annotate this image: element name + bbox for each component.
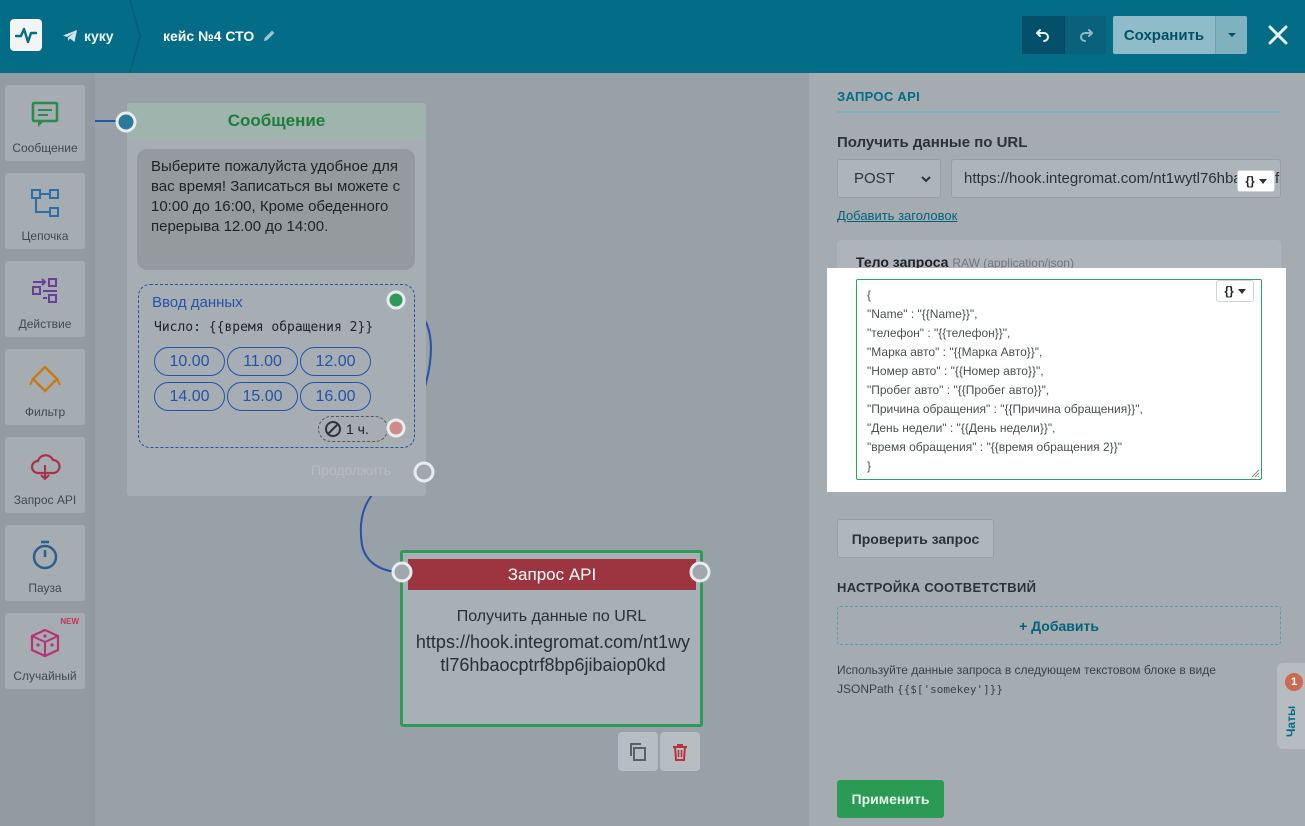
trash-icon: [673, 743, 687, 761]
braces-icon: {}: [1245, 174, 1255, 188]
input-port[interactable]: [391, 561, 413, 583]
url-value: https://hook.integromat.com/nt1wytl76hba…: [964, 170, 1280, 187]
add-mapping-button[interactable]: + Добавить: [837, 606, 1281, 645]
get-data-label: Получить данные по URL: [837, 134, 1028, 151]
undo-button[interactable]: [1022, 16, 1064, 54]
check-request-button[interactable]: Проверить запрос: [837, 519, 994, 558]
resize-handle-icon[interactable]: [1251, 469, 1260, 478]
add-header-link[interactable]: Добавить заголовок: [837, 208, 957, 223]
code-line: "Номер авто" : "{{Номер авто}}",: [867, 364, 1044, 378]
chevron-down-icon: [1237, 288, 1246, 294]
code-line: "Причина обращения" : "{{Причина обращен…: [867, 402, 1143, 416]
chevron-down-icon: [921, 176, 931, 183]
chats-label: Чаты: [1284, 705, 1298, 737]
chats-tab[interactable]: 1 Чаты: [1277, 663, 1305, 749]
code-line: "День недели" : "{{День недели}}",: [867, 421, 1056, 435]
save-button[interactable]: Сохранить: [1113, 16, 1215, 54]
method-value: POST: [854, 170, 895, 187]
save-options-button[interactable]: [1215, 16, 1247, 54]
panel-title: ЗАПРОС API: [837, 89, 920, 104]
request-body-editor[interactable]: { "Name" : "{{Name}}", "телефон" : "{{те…: [856, 279, 1262, 480]
output-port[interactable]: [689, 561, 711, 583]
chats-count-badge: 1: [1285, 673, 1303, 691]
code-line: "телефон" : "{{телефон}}",: [867, 326, 1011, 340]
redo-icon: [1079, 29, 1093, 42]
undo-icon: [1036, 29, 1049, 42]
chevron-down-icon: [1227, 33, 1236, 37]
redo-button[interactable]: [1064, 16, 1106, 54]
code-line: "время обращения" : "{{время обращения 2…: [867, 440, 1122, 454]
url-input[interactable]: https://hook.integromat.com/nt1wytl76hba…: [951, 159, 1281, 198]
code-line: }: [867, 459, 872, 473]
copy-icon: [630, 742, 646, 761]
apply-button[interactable]: Применить: [837, 780, 944, 818]
history-buttons: [1022, 16, 1106, 54]
code-line: {: [867, 288, 872, 302]
close-icon: [1268, 25, 1288, 45]
insert-variable-button[interactable]: {}: [1237, 170, 1275, 192]
code-line: "Name" : "{{Name}}",: [867, 307, 978, 321]
save-group: Сохранить: [1113, 16, 1247, 54]
copy-node-button[interactable]: [618, 732, 658, 771]
api-node-ports: [391, 561, 711, 583]
chevron-down-icon: [1258, 178, 1267, 184]
hint-text: Используйте данные запроса в следующем т…: [837, 663, 1216, 696]
delete-node-button[interactable]: [660, 732, 700, 771]
http-method-select[interactable]: POST: [837, 159, 941, 198]
braces-icon: {}: [1224, 284, 1234, 298]
code-line: "Марка авто" : "{{Марка Авто}}",: [867, 345, 1043, 359]
mapping-title: НАСТРОЙКА СООТВЕТСТВИЙ: [837, 580, 1037, 595]
hint-code: {{$['somekey']}}: [897, 683, 1004, 696]
insert-variable-button[interactable]: {}: [1216, 280, 1254, 302]
code-line: "Пробег авто" : "{{Пробег авто}}",: [867, 383, 1050, 397]
close-button[interactable]: [1263, 20, 1293, 50]
panel-title-divider: [837, 111, 1281, 113]
jsonpath-hint: Используйте данные запроса в следующем т…: [837, 661, 1257, 699]
